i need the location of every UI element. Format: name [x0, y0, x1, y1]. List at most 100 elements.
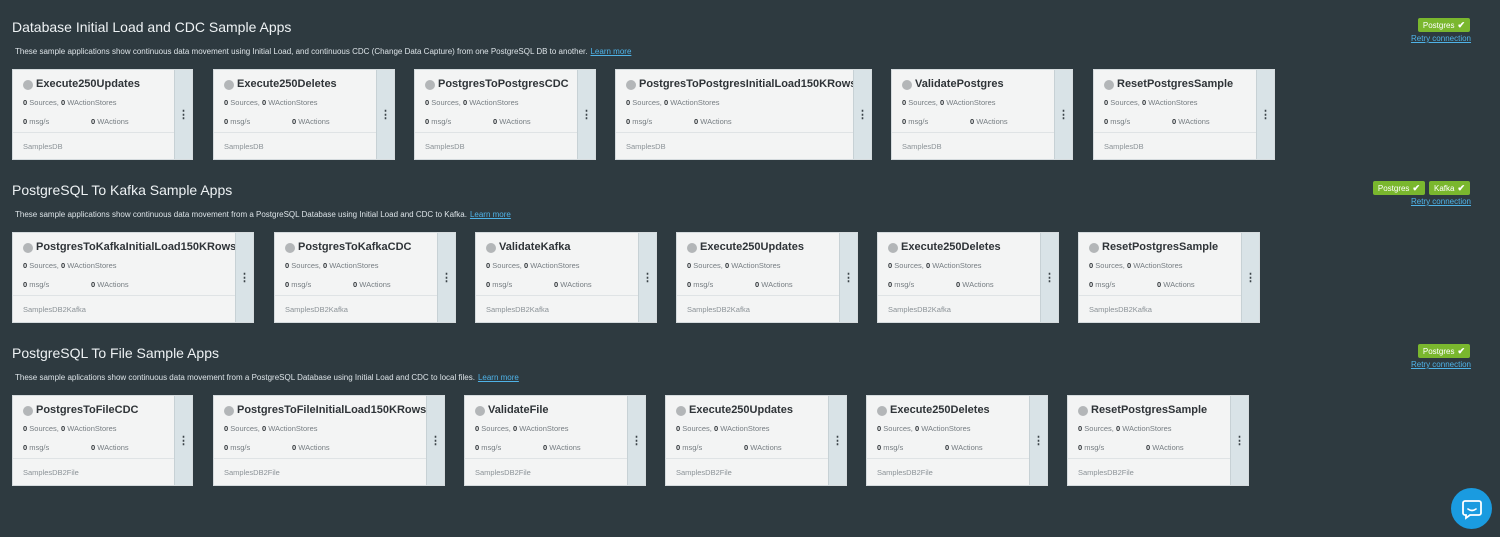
connection-badge[interactable]: Kafka ✔	[1428, 181, 1470, 195]
app-card[interactable]: Execute250Deletes 0 Sources, 0 WActionSto…	[866, 395, 1048, 486]
app-menu-button[interactable]: ⋮	[853, 70, 871, 159]
app-menu-button[interactable]: ⋮	[437, 233, 455, 322]
wactions-label: WActions	[499, 117, 531, 126]
wactionstores-count: 0	[914, 424, 920, 433]
app-card-body[interactable]: PostgresToFileInitialLoad150KRows 0 Sourc…	[214, 396, 426, 485]
app-card-body[interactable]: Execute250Deletes 0 Sources, 0 WActionSto…	[867, 396, 1029, 485]
app-card-body[interactable]: Execute250Updates 0 Sources, 0 WActionSto…	[677, 233, 839, 322]
app-throughput: 0 msg/s 0 WActions	[224, 443, 384, 452]
status-dot-icon	[486, 243, 496, 253]
chat-launcher-button[interactable]	[1451, 488, 1492, 529]
wactions-label: WActions	[1178, 117, 1210, 126]
app-card[interactable]: ResetPostgresSample 0 Sources, 0 WActionS…	[1067, 395, 1249, 486]
app-menu-button[interactable]: ⋮	[1230, 396, 1248, 485]
app-card-body[interactable]: Execute250Deletes 0 Sources, 0 WActionSto…	[214, 70, 376, 159]
app-namespace: SamplesDB	[626, 142, 666, 151]
app-name: Execute250Updates	[700, 241, 804, 253]
sources-label: Sources,	[883, 424, 913, 433]
connection-badge-label: Postgres	[1422, 347, 1455, 356]
kebab-menu-icon: ⋮	[1044, 272, 1055, 284]
app-card-body[interactable]: ResetPostgresSample 0 Sources, 0 WActionS…	[1094, 70, 1256, 159]
app-card-body[interactable]: Execute250Updates 0 Sources, 0 WActionSto…	[666, 396, 828, 485]
app-card[interactable]: ResetPostgresSample 0 Sources, 0 WActionS…	[1078, 232, 1260, 323]
app-menu-button[interactable]: ⋮	[828, 396, 846, 485]
app-card[interactable]: Execute250Updates 0 Sources, 0 WActionSto…	[676, 232, 858, 323]
connection-badge[interactable]: Postgres ✔	[1417, 344, 1470, 358]
learn-more-link[interactable]: Learn more	[478, 373, 519, 382]
app-throughput: 0 msg/s 0 WActions	[475, 443, 635, 452]
app-menu-button[interactable]: ⋮	[627, 396, 645, 485]
msg-rate-value: 0	[23, 117, 28, 126]
learn-more-link[interactable]: Learn more	[590, 47, 631, 56]
app-menu-button[interactable]: ⋮	[1241, 233, 1259, 322]
sources-label: Sources,	[29, 98, 59, 107]
app-card[interactable]: ValidatePostgres 0 Sources, 0 WActionStor…	[891, 69, 1073, 160]
retry-connection-link[interactable]: Retry connection	[1411, 197, 1471, 206]
wactions-value: 0	[1146, 443, 1151, 452]
retry-connection-link[interactable]: Retry connection	[1411, 34, 1471, 43]
app-card-body[interactable]: ResetPostgresSample 0 Sources, 0 WActionS…	[1079, 233, 1241, 322]
app-card[interactable]: PostgresToFileCDC 0 Sources, 0 WActionSto…	[12, 395, 193, 486]
wactionstores-count: 0	[60, 98, 66, 107]
app-menu-button[interactable]: ⋮	[1040, 233, 1058, 322]
learn-more-link[interactable]: Learn more	[470, 210, 511, 219]
app-name: Execute250Updates	[36, 78, 140, 90]
app-card[interactable]: ResetPostgresSample 0 Sources, 0 WActionS…	[1093, 69, 1275, 160]
msg-rate: 0 msg/s	[23, 117, 49, 126]
app-card[interactable]: ValidateKafka 0 Sources, 0 WActionStores 0…	[475, 232, 657, 323]
app-throughput: 0 msg/s 0 WActions	[23, 280, 183, 289]
app-card-body[interactable]: Execute250Updates 0 Sources, 0 WActionSto…	[13, 70, 174, 159]
app-namespace: SamplesDB2Kafka	[687, 305, 750, 314]
app-card-body[interactable]: PostgresToPostgresInitialLoad150KRows 0 S…	[616, 70, 856, 159]
app-card-body[interactable]: ValidatePostgres 0 Sources, 0 WActionStor…	[892, 70, 1054, 159]
sources-count: 0	[687, 261, 692, 270]
app-card[interactable]: Execute250Deletes 0 Sources, 0 WActionSto…	[213, 69, 395, 160]
app-name: Execute250Deletes	[890, 404, 990, 416]
app-card[interactable]: ValidateFile 0 Sources, 0 WActionStores 0 …	[464, 395, 646, 486]
app-menu-button[interactable]: ⋮	[1256, 70, 1274, 159]
connection-badge[interactable]: Postgres ✔	[1372, 181, 1425, 195]
app-menu-button[interactable]: ⋮	[174, 70, 192, 159]
msg-rate-value: 0	[687, 280, 692, 289]
app-card[interactable]: Execute250Deletes 0 Sources, 0 WActionSto…	[877, 232, 1059, 323]
wactions-rate: 0 WActions	[353, 280, 391, 289]
app-card-body[interactable]: ValidateFile 0 Sources, 0 WActionStores 0 …	[465, 396, 627, 485]
app-card-body[interactable]: PostgresToKafkaCDC 0 Sources, 0 WActionSt…	[275, 233, 437, 322]
app-card[interactable]: PostgresToPostgresInitialLoad150KRows 0 S…	[615, 69, 872, 160]
app-menu-button[interactable]: ⋮	[376, 70, 394, 159]
retry-connection-link[interactable]: Retry connection	[1411, 360, 1471, 369]
app-card-body[interactable]: PostgresToPostgresCDC 0 Sources, 0 WActio…	[415, 70, 577, 159]
app-menu-button[interactable]: ⋮	[839, 233, 857, 322]
sources-count: 0	[486, 261, 491, 270]
app-menu-button[interactable]: ⋮	[1054, 70, 1072, 159]
app-card[interactable]: Execute250Updates 0 Sources, 0 WActionSto…	[665, 395, 847, 486]
connection-badge[interactable]: Postgres ✔	[1417, 18, 1470, 32]
kebab-menu-icon: ⋮	[631, 435, 642, 447]
wactionstores-label: WActionStores	[1122, 424, 1172, 433]
app-card-body[interactable]: PostgresToFileCDC 0 Sources, 0 WActionSto…	[13, 396, 174, 485]
app-component-counts: 0 Sources, 0 WActionStores	[1089, 261, 1183, 270]
app-card-body[interactable]: ValidateKafka 0 Sources, 0 WActionStores 0…	[476, 233, 638, 322]
card-divider	[666, 458, 828, 459]
app-card-body[interactable]: ResetPostgresSample 0 Sources, 0 WActionS…	[1068, 396, 1230, 485]
wactionstores-label: WActionStores	[268, 424, 318, 433]
app-card[interactable]: PostgresToKafkaInitialLoad150KRows 0 Sour…	[12, 232, 254, 323]
app-menu-button[interactable]: ⋮	[1029, 396, 1047, 485]
app-menu-button[interactable]: ⋮	[174, 396, 192, 485]
app-card-body[interactable]: Execute250Deletes 0 Sources, 0 WActionSto…	[878, 233, 1040, 322]
app-card[interactable]: PostgresToPostgresCDC 0 Sources, 0 WActio…	[414, 69, 596, 160]
app-menu-button[interactable]: ⋮	[235, 233, 253, 322]
wactions-rate: 0 WActions	[1172, 117, 1210, 126]
app-namespace: SamplesDB2File	[23, 468, 79, 477]
app-card-body[interactable]: PostgresToKafkaInitialLoad150KRows 0 Sour…	[13, 233, 236, 322]
sources-count: 0	[1089, 261, 1094, 270]
wactions-rate: 0 WActions	[292, 117, 330, 126]
app-menu-button[interactable]: ⋮	[426, 396, 444, 485]
app-menu-button[interactable]: ⋮	[577, 70, 595, 159]
app-menu-button[interactable]: ⋮	[638, 233, 656, 322]
app-throughput: 0 msg/s 0 WActions	[486, 280, 646, 289]
app-card[interactable]: PostgresToKafkaCDC 0 Sources, 0 WActionSt…	[274, 232, 456, 323]
connection-badge-label: Postgres	[1422, 21, 1455, 30]
app-card[interactable]: Execute250Updates 0 Sources, 0 WActionSto…	[12, 69, 193, 160]
app-card[interactable]: PostgresToFileInitialLoad150KRows 0 Sourc…	[213, 395, 445, 486]
